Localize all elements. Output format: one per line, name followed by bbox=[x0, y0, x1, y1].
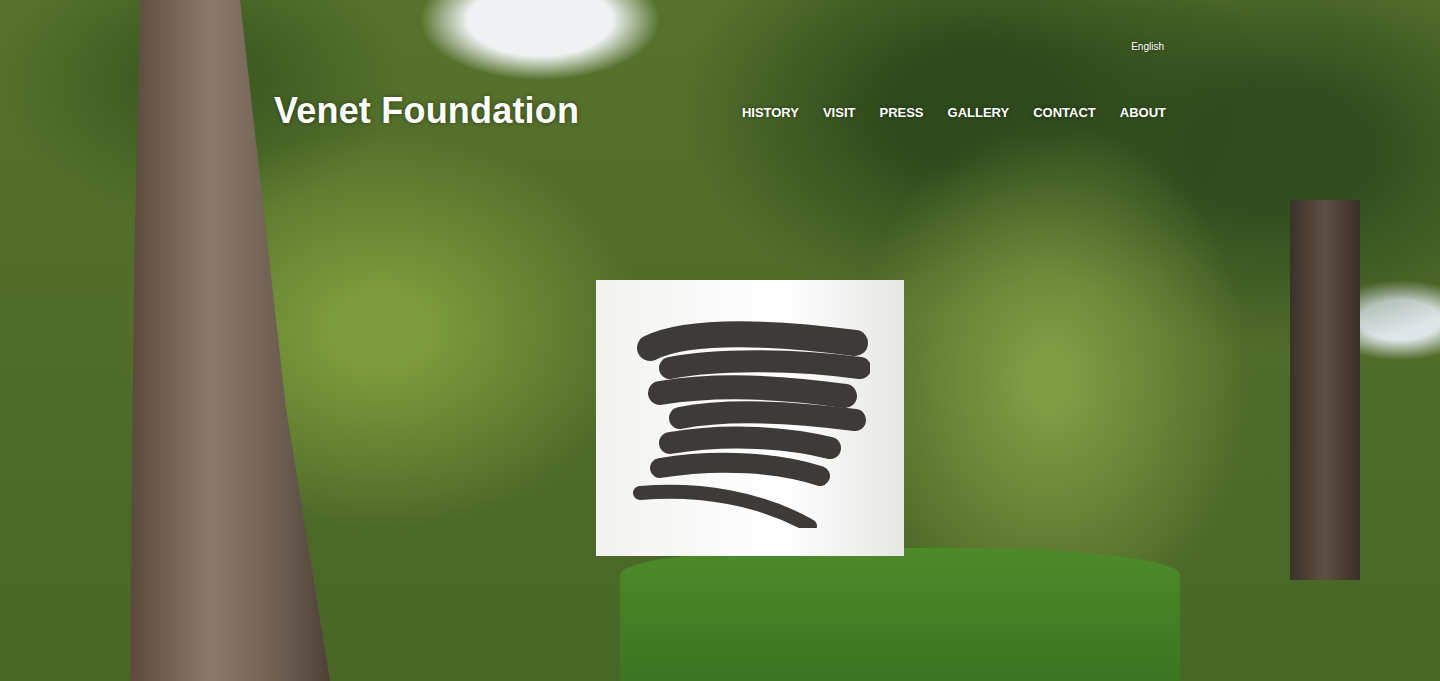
main-nav: HISTORY VISIT PRESS GALLERY CONTACT ABOUT bbox=[742, 104, 1166, 122]
nav-link[interactable]: GALLERY bbox=[948, 104, 1010, 122]
nav-link[interactable]: VISIT bbox=[823, 104, 856, 122]
site-header: English Venet Foundation HISTORY VISIT PRESS… bbox=[0, 0, 1440, 132]
nav-link[interactable]: PRESS bbox=[879, 104, 923, 122]
site-logo[interactable]: Venet Foundation bbox=[274, 90, 579, 132]
hero-photo bbox=[0, 0, 1440, 681]
lawn bbox=[620, 548, 1180, 681]
nav-link[interactable]: CONTACT bbox=[1033, 104, 1096, 122]
sculpture-wall bbox=[596, 280, 904, 556]
sculpture-icon bbox=[630, 308, 870, 528]
home-page: English Venet Foundation HISTORY VISIT PRESS… bbox=[0, 0, 1440, 681]
tree-trunk bbox=[1290, 200, 1360, 580]
nav-link[interactable]: ABOUT bbox=[1120, 104, 1166, 122]
language-switch[interactable]: English bbox=[1131, 40, 1164, 54]
nav-link[interactable]: HISTORY bbox=[742, 104, 799, 122]
